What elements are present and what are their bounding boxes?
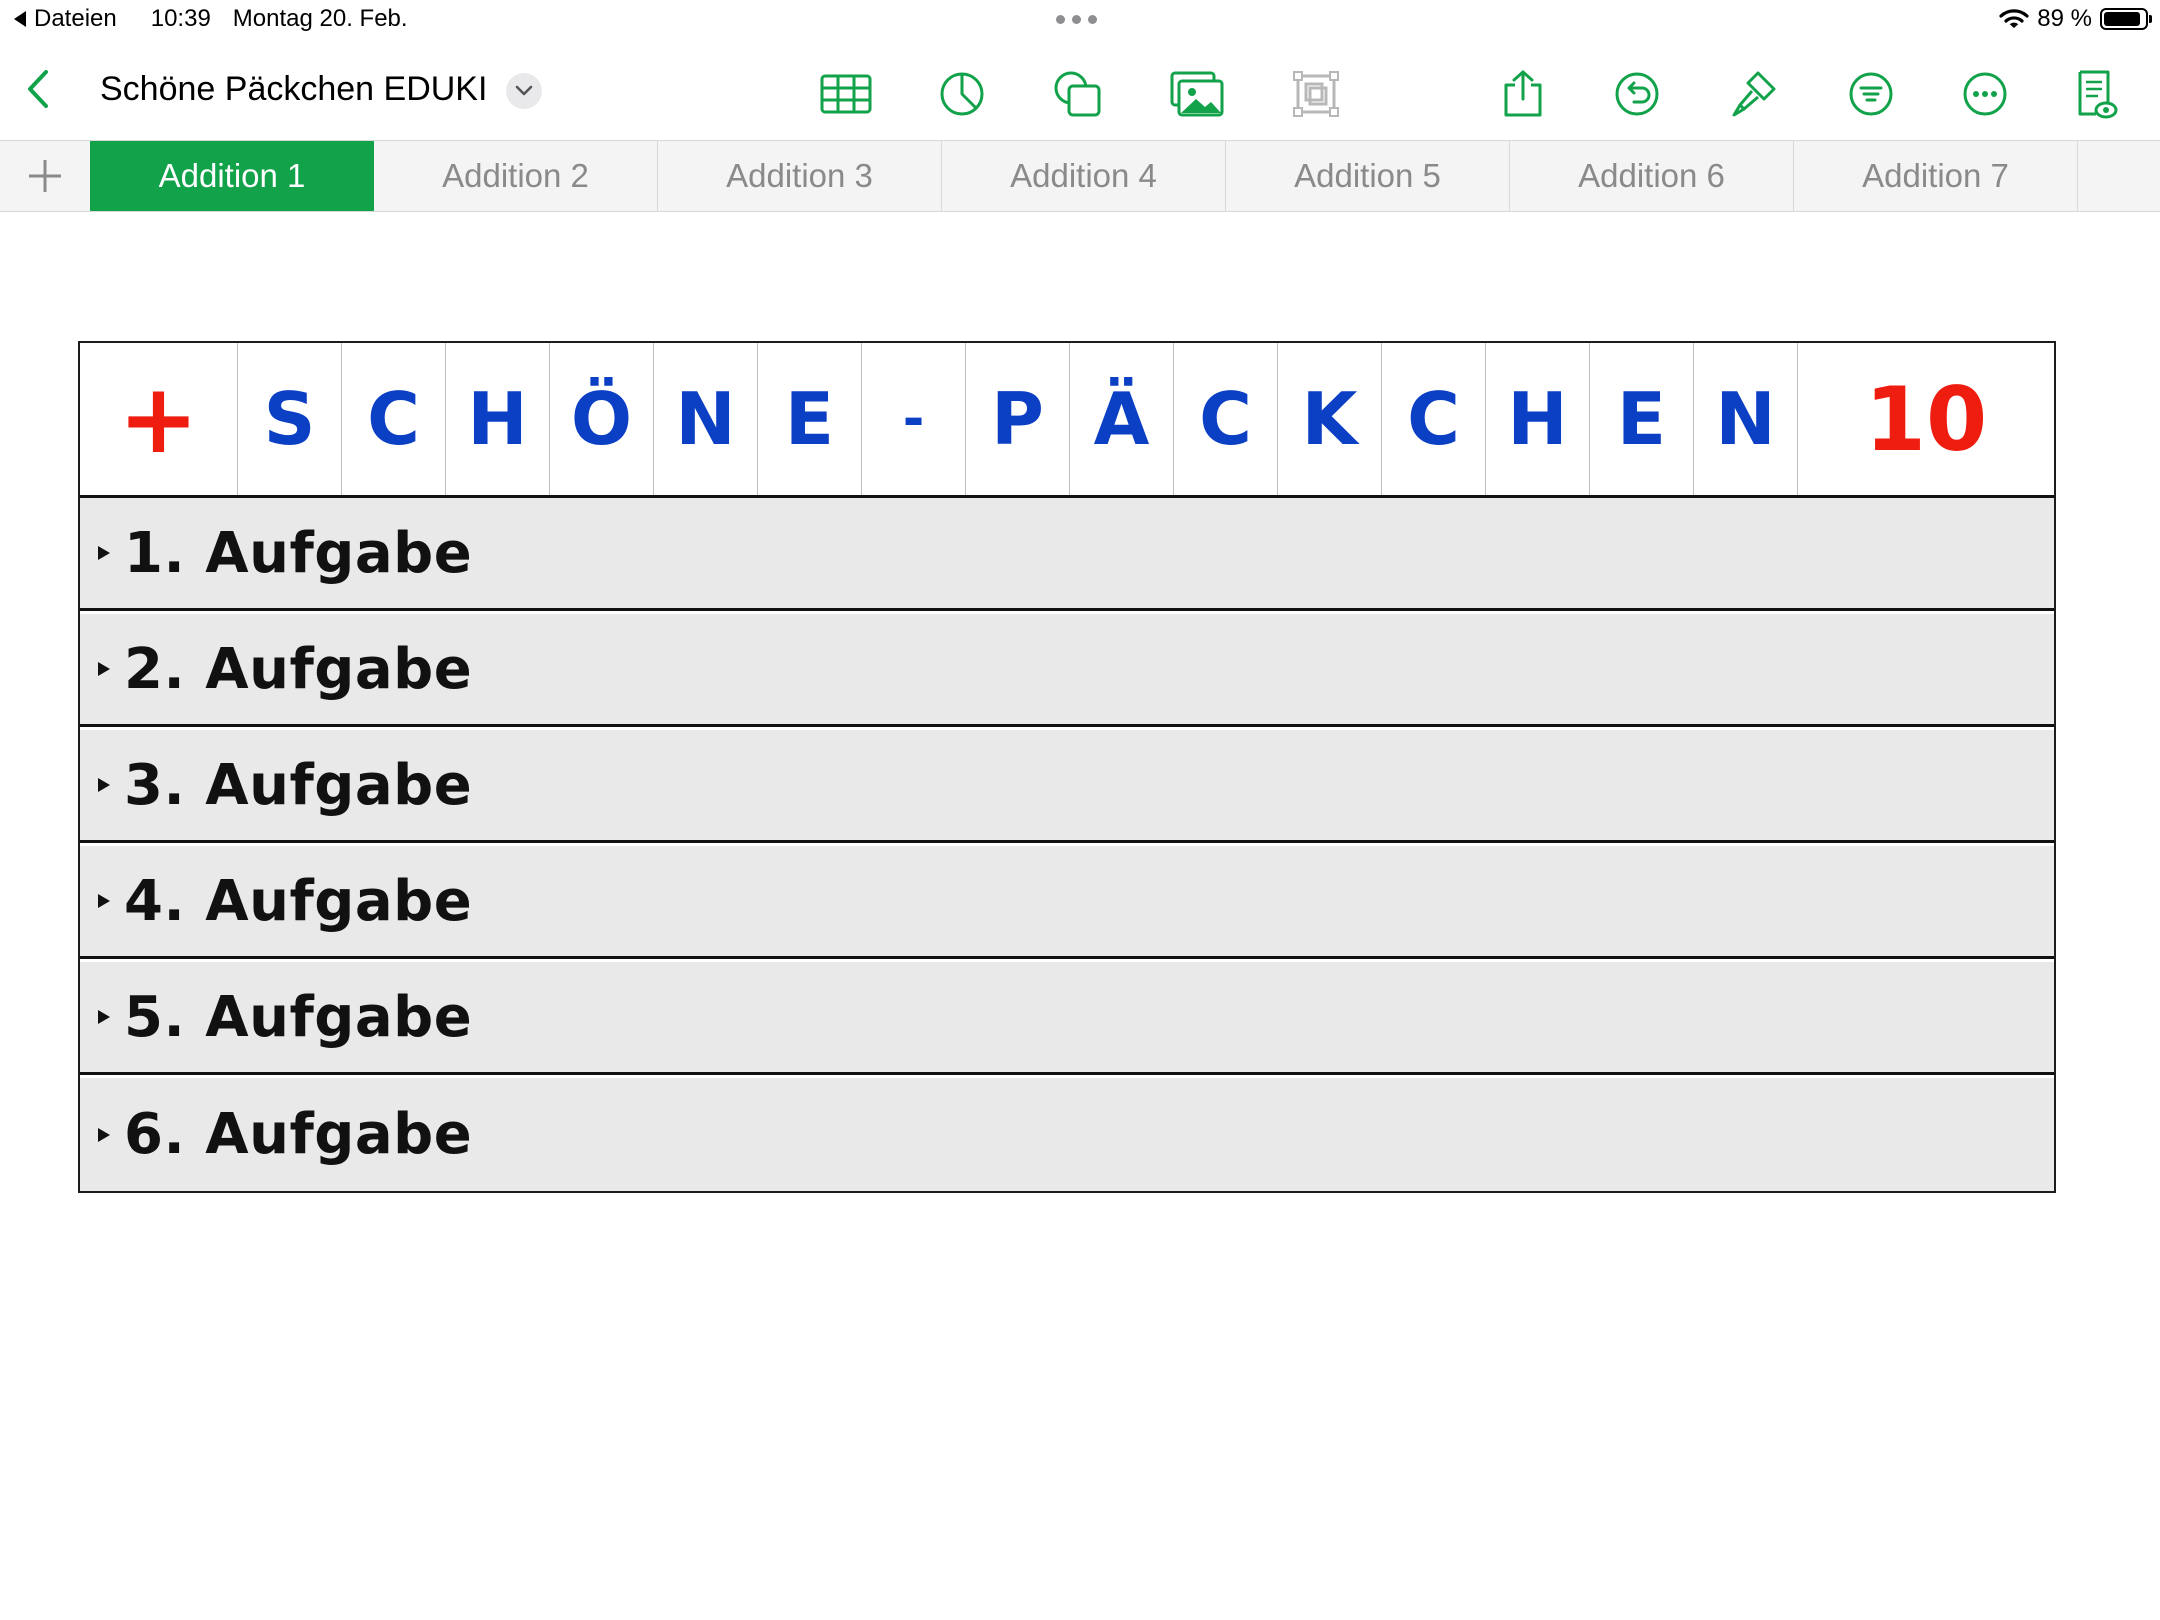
letter-cell[interactable]: C xyxy=(342,343,446,495)
battery-fill xyxy=(2104,12,2140,26)
status-bar-right: 89 % xyxy=(1999,5,2152,33)
back-app-label[interactable]: Dateien xyxy=(34,5,117,33)
table-button[interactable] xyxy=(818,66,874,122)
add-sheet-button[interactable] xyxy=(0,141,90,211)
status-date: Montag 20. Feb. xyxy=(232,5,408,32)
document-view-icon xyxy=(2078,70,2118,119)
shapes-button[interactable] xyxy=(1050,66,1106,122)
task-label: 1. Aufgabe xyxy=(124,520,473,586)
letter-cell[interactable]: K xyxy=(1278,343,1382,495)
letter-cell[interactable]: E xyxy=(758,343,862,495)
disclosure-triangle-icon[interactable] xyxy=(98,662,110,676)
format-brush-icon xyxy=(1732,71,1776,117)
wifi-icon xyxy=(1999,9,2029,28)
chart-button[interactable] xyxy=(934,66,990,122)
operator-cell[interactable]: + xyxy=(80,343,238,495)
chevron-down-icon xyxy=(515,85,533,96)
more-icon xyxy=(1963,72,2007,116)
task-row-3[interactable]: 3. Aufgabe xyxy=(80,730,2054,843)
letter-cell[interactable]: S xyxy=(238,343,342,495)
frame-button[interactable] xyxy=(1288,66,1344,122)
letter-cell[interactable]: C xyxy=(1174,343,1278,495)
organize-button[interactable] xyxy=(1843,66,1899,122)
letter-cell[interactable]: - xyxy=(862,343,966,495)
count-cell[interactable]: 10 xyxy=(1798,343,2054,495)
more-button[interactable] xyxy=(1957,66,2013,122)
plus-icon xyxy=(29,160,61,192)
chart-icon xyxy=(940,72,984,116)
task-row-6[interactable]: 6. Aufgabe xyxy=(80,1078,2054,1191)
letter-cell[interactable]: N xyxy=(1694,343,1798,495)
tab-addition-7[interactable]: Addition 7 xyxy=(1794,141,2078,211)
letter-cell[interactable]: H xyxy=(1486,343,1590,495)
letter-cell[interactable]: N xyxy=(654,343,758,495)
status-bar: Dateien 10:39 Montag 20. Feb. 89 % xyxy=(0,0,2160,40)
back-arrow-icon[interactable] xyxy=(14,11,26,27)
toolbar: Schöne Päckchen EDUKI xyxy=(0,40,2160,140)
sheet-tab-bar: Addition 1 Addition 2 Addition 3 Additio… xyxy=(0,140,2160,212)
media-icon xyxy=(1170,71,1224,117)
filter-icon xyxy=(1849,72,1893,116)
task-label: 3. Aufgabe xyxy=(124,752,473,818)
letter-cell[interactable]: P xyxy=(966,343,1070,495)
title-menu-button[interactable] xyxy=(506,73,542,109)
disclosure-triangle-icon[interactable] xyxy=(98,894,110,908)
undo-icon xyxy=(1615,72,1659,116)
undo-button[interactable] xyxy=(1609,66,1665,122)
tab-addition-3[interactable]: Addition 3 xyxy=(658,141,942,211)
tab-addition-1[interactable]: Addition 1 xyxy=(90,141,374,211)
battery-percent: 89 % xyxy=(2037,5,2092,32)
task-row-2[interactable]: 2. Aufgabe xyxy=(80,614,2054,727)
shapes-icon xyxy=(1054,71,1101,117)
task-label: 2. Aufgabe xyxy=(124,636,473,702)
tab-addition-4[interactable]: Addition 4 xyxy=(942,141,1226,211)
share-icon xyxy=(1504,70,1542,117)
task-row-4[interactable]: 4. Aufgabe xyxy=(80,846,2054,959)
media-button[interactable] xyxy=(1169,66,1225,122)
task-label: 5. Aufgabe xyxy=(124,984,473,1050)
format-button[interactable] xyxy=(1726,66,1782,122)
disclosure-triangle-icon[interactable] xyxy=(98,778,110,792)
table-icon xyxy=(820,74,872,114)
task-label: 6. Aufgabe xyxy=(124,1102,473,1167)
status-bar-left: Dateien 10:39 Montag 20. Feb. xyxy=(14,5,408,33)
title-row[interactable]: + S C H Ö N E - P Ä C K C H E N 10 xyxy=(80,343,2054,498)
tab-addition-2[interactable]: Addition 2 xyxy=(374,141,658,211)
back-button[interactable] xyxy=(18,64,58,114)
letter-cell[interactable]: C xyxy=(1382,343,1486,495)
letter-cell[interactable]: E xyxy=(1590,343,1694,495)
tab-addition-6[interactable]: Addition 6 xyxy=(1510,141,1794,211)
battery-icon xyxy=(2100,8,2152,30)
tab-addition-5[interactable]: Addition 5 xyxy=(1226,141,1510,211)
letter-cell[interactable]: Ö xyxy=(550,343,654,495)
chevron-left-icon xyxy=(28,70,48,108)
share-button[interactable] xyxy=(1495,66,1551,122)
multitasking-dots-icon[interactable] xyxy=(1056,15,1097,24)
task-label: 4. Aufgabe xyxy=(124,868,473,934)
disclosure-triangle-icon[interactable] xyxy=(98,1010,110,1024)
task-row-5[interactable]: 5. Aufgabe xyxy=(80,962,2054,1075)
disclosure-triangle-icon[interactable] xyxy=(98,546,110,560)
letter-cell[interactable]: Ä xyxy=(1070,343,1174,495)
status-time: 10:39 xyxy=(150,5,211,32)
worksheet-table[interactable]: + S C H Ö N E - P Ä C K C H E N 10 1. Au… xyxy=(78,341,2056,1193)
comment-frame-icon xyxy=(1293,71,1339,117)
document-title[interactable]: Schöne Päckchen EDUKI xyxy=(100,70,487,109)
disclosure-triangle-icon[interactable] xyxy=(98,1127,110,1142)
view-options-button[interactable] xyxy=(2068,66,2124,122)
letter-cell[interactable]: H xyxy=(446,343,550,495)
task-row-1[interactable]: 1. Aufgabe xyxy=(80,498,2054,611)
